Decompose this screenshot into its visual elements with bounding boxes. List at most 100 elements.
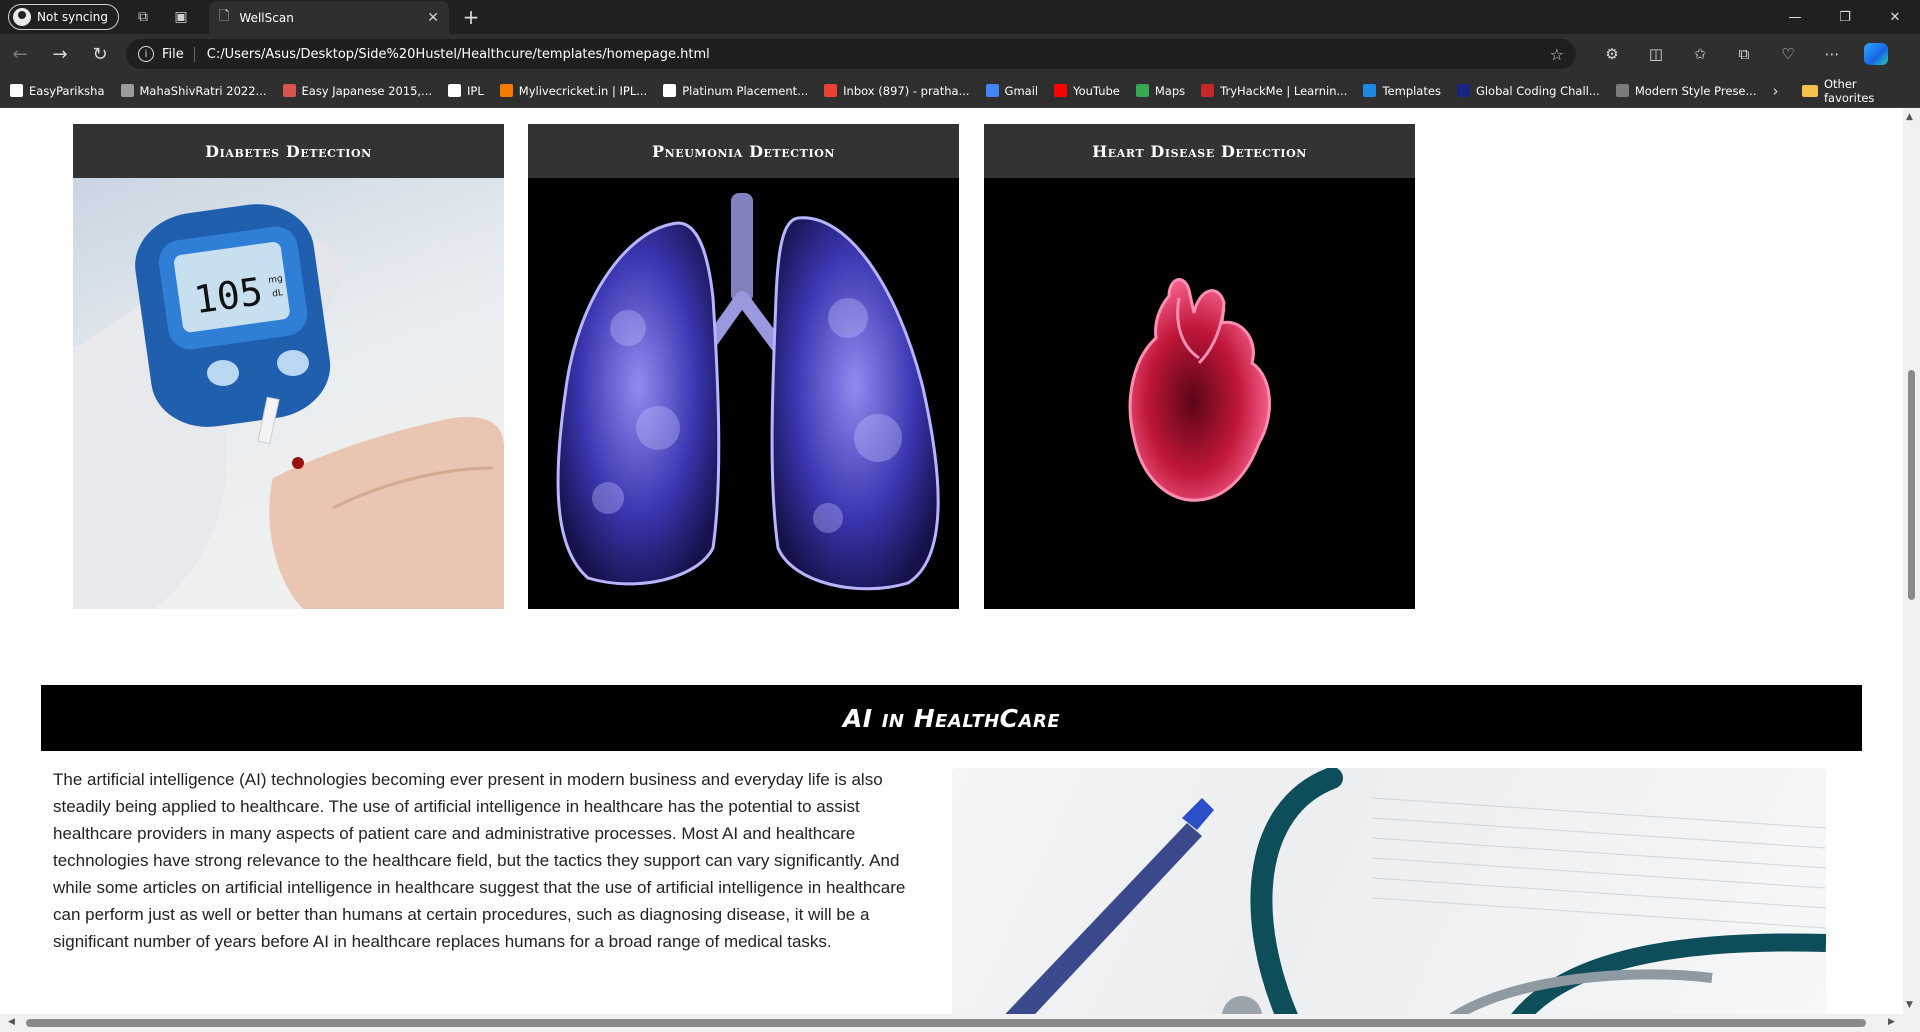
- back-arrow-icon[interactable]: ←: [0, 38, 40, 70]
- page-viewport: Diabetes Detection 105 mg dL Pneumonia D…: [0, 108, 1903, 1014]
- bookmark-label: Platinum Placement...: [682, 83, 809, 98]
- bookmark-item[interactable]: Maps: [1135, 83, 1186, 98]
- title-bar: Not syncing ⧉ ▣ 🗋 WellScan ✕ + — ❐ ✕: [0, 0, 1920, 35]
- extensions-icon[interactable]: ⚙: [1590, 39, 1634, 69]
- bookmark-favicon-icon: [1201, 84, 1215, 97]
- more-bookmarks-chevron-icon[interactable]: ›: [1772, 82, 1778, 100]
- bookmark-item[interactable]: EasyPariksha: [10, 84, 105, 98]
- stethoscope-illustration: [1005, 768, 1826, 1014]
- horizontal-scroll-thumb[interactable]: [26, 1019, 1866, 1027]
- bookmark-item[interactable]: Platinum Placement...: [663, 84, 808, 98]
- url-text[interactable]: C:/Users/Asus/Desktop/Side%20Hustel/Heal…: [207, 47, 1550, 62]
- tab-actions-icon[interactable]: ▣: [167, 3, 195, 31]
- bookmark-label: TryHackMe | Learnin...: [1220, 83, 1348, 98]
- bookmark-favicon-icon: [282, 84, 296, 97]
- bookmark-item[interactable]: Mylivecricket.in | IPL...: [499, 83, 648, 98]
- card-title: Diabetes Detection: [73, 124, 504, 178]
- glucose-meter-illustration: 105 mg dL: [73, 204, 504, 609]
- vertical-scrollbar[interactable]: ▲ ▼: [1903, 108, 1920, 1014]
- card-title: Pneumonia Detection: [528, 124, 959, 178]
- bookmark-item[interactable]: Gmail: [985, 83, 1039, 98]
- more-menu-icon[interactable]: ⋯: [1810, 39, 1854, 69]
- bookmark-label: Easy Japanese 2015,...: [301, 83, 433, 98]
- copilot-icon[interactable]: [1854, 39, 1898, 69]
- scroll-right-arrow-icon[interactable]: ▶: [1888, 1017, 1895, 1027]
- bookmark-item[interactable]: Global Coding Chall...: [1456, 83, 1600, 98]
- bookmark-label: IPL: [467, 83, 484, 98]
- stethoscope-image: [952, 768, 1826, 1014]
- info-icon[interactable]: i: [138, 46, 154, 62]
- lungs-xray-illustration: [556, 193, 940, 591]
- bookmark-favicon-icon: [985, 84, 999, 97]
- minimize-icon[interactable]: —: [1770, 0, 1820, 34]
- bookmark-label: Templates: [1382, 83, 1441, 98]
- bookmark-label: Maps: [1154, 83, 1186, 98]
- card-title: Heart Disease Detection: [984, 124, 1415, 178]
- diabetes-image: 105 mg dL: [73, 178, 504, 609]
- restore-icon[interactable]: ❐: [1820, 0, 1870, 34]
- bookmark-favicon-icon: [1363, 84, 1377, 97]
- extension-icons: ⚙ ◫ ✩ ⧉ ♡ ⋯: [1590, 39, 1898, 69]
- forward-arrow-icon[interactable]: →: [40, 38, 80, 70]
- vertical-scroll-thumb[interactable]: [1908, 370, 1915, 600]
- folder-icon: [1802, 84, 1818, 97]
- bookmark-label: MahaShivRatri 2022...: [139, 83, 267, 98]
- bookmark-item[interactable]: Templates: [1363, 83, 1441, 98]
- tab-close-icon[interactable]: ✕: [427, 10, 439, 26]
- bookmark-favicon-icon: [663, 84, 677, 97]
- pneumonia-image: [528, 178, 959, 609]
- new-tab-button[interactable]: +: [457, 3, 485, 31]
- card-diabetes-detection[interactable]: Diabetes Detection 105 mg dL: [73, 124, 504, 609]
- browser-essentials-icon[interactable]: ♡: [1766, 39, 1810, 69]
- profile-button[interactable]: Not syncing: [8, 4, 119, 30]
- bookmark-item[interactable]: Modern Style Prese...: [1615, 84, 1756, 98]
- bookmark-label: Inbox (897) - pratha...: [843, 83, 970, 98]
- address-bar[interactable]: i File C:/Users/Asus/Desktop/Side%20Hust…: [126, 39, 1576, 69]
- refresh-icon[interactable]: ↻: [80, 38, 120, 70]
- collections-icon[interactable]: ⧉: [1722, 39, 1766, 69]
- bookmark-favicon-icon: [1615, 84, 1629, 97]
- profile-avatar-icon: [13, 8, 31, 26]
- workspaces-icon[interactable]: ⧉: [129, 3, 157, 31]
- favorite-star-icon[interactable]: ☆: [1550, 45, 1564, 64]
- split-screen-icon[interactable]: ◫: [1634, 39, 1678, 69]
- other-favorites-label: Other favorites: [1823, 76, 1875, 105]
- bookmark-item[interactable]: TryHackMe | Learnin...: [1201, 84, 1347, 98]
- bookmark-label: Global Coding Chall...: [1475, 83, 1600, 98]
- scroll-down-arrow-icon[interactable]: ▼: [1906, 1000, 1913, 1010]
- bookmark-favicon-icon: [499, 84, 513, 97]
- card-heart-disease-detection[interactable]: Heart Disease Detection: [984, 124, 1415, 609]
- bookmark-favicon-icon: [10, 84, 23, 97]
- bookmark-label: Gmail: [1004, 83, 1039, 98]
- window-controls: — ❐ ✕: [1770, 0, 1920, 34]
- bookmark-item[interactable]: Inbox (897) - pratha...: [824, 83, 970, 98]
- bookmark-label: Mylivecricket.in | IPL...: [518, 83, 648, 98]
- scroll-up-arrow-icon[interactable]: ▲: [1906, 112, 1913, 122]
- bookmark-favicon-icon: [448, 84, 462, 97]
- bookmark-other-favorites[interactable]: Other favorites: [1802, 77, 1908, 105]
- tab-wellscan[interactable]: 🗋 WellScan ✕: [208, 1, 449, 35]
- file-label: File: [162, 46, 195, 62]
- toolbar: ← → ↻ i File C:/Users/Asus/Desktop/Side%…: [0, 34, 1920, 74]
- ai-section-body: The artificial intelligence (AI) technol…: [53, 770, 906, 951]
- bookmark-favicon-icon: [1456, 84, 1470, 97]
- horizontal-scrollbar[interactable]: ◀ ▶: [0, 1014, 1920, 1032]
- bookmark-favicon-icon: [1054, 84, 1068, 97]
- bookmark-item[interactable]: YouTube: [1054, 84, 1120, 98]
- bookmark-favicon-icon: [120, 84, 134, 97]
- scroll-left-arrow-icon[interactable]: ◀: [8, 1017, 15, 1027]
- card-pneumonia-detection[interactable]: Pneumonia Detection: [528, 124, 959, 609]
- bookmark-item[interactable]: IPL: [448, 84, 484, 98]
- bookmark-favicon-icon: [1135, 84, 1149, 97]
- glucose-unit-bottom: dL: [272, 288, 284, 299]
- page-icon: 🗋: [218, 9, 230, 24]
- bookmark-item[interactable]: Easy Japanese 2015,...: [282, 83, 433, 98]
- bookmarks-bar: EasyPariksha MahaShivRatri 2022... Easy Ja…: [0, 74, 1920, 108]
- bookmark-favicon-icon: [824, 84, 838, 97]
- heart-illustration: [1128, 278, 1271, 502]
- heart-image: [984, 178, 1415, 609]
- bookmark-item[interactable]: MahaShivRatri 2022...: [120, 83, 267, 98]
- close-window-icon[interactable]: ✕: [1870, 0, 1920, 34]
- favorites-icon[interactable]: ✩: [1678, 39, 1722, 69]
- tab-title: WellScan: [239, 11, 294, 25]
